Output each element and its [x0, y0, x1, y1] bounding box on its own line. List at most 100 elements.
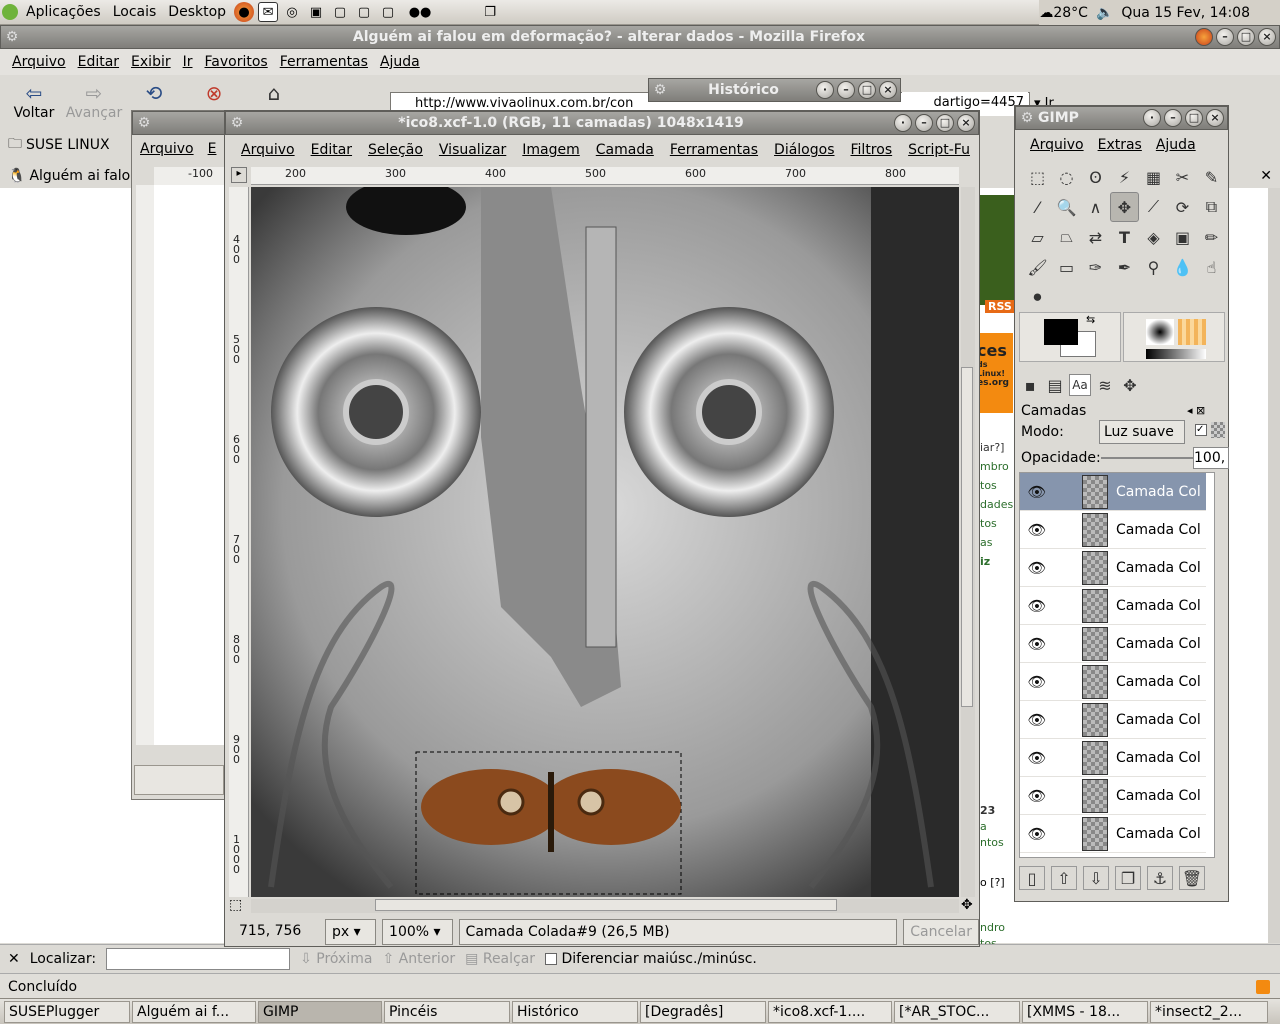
- paintbrush-icon[interactable]: 🖌: [1023, 252, 1052, 282]
- blend-icon[interactable]: ▣: [1168, 222, 1197, 252]
- ink-icon[interactable]: ✒: [1110, 252, 1139, 282]
- cancel-button[interactable]: Cancelar: [903, 919, 979, 945]
- img-menu-scriptfu[interactable]: Script-Fu: [900, 142, 978, 158]
- side-link-7[interactable]: iz: [980, 552, 1013, 571]
- brush-pattern-gradient[interactable]: [1123, 312, 1225, 362]
- airbrush-icon[interactable]: ✑: [1081, 252, 1110, 282]
- img-menu-visualizar[interactable]: Visualizar: [431, 142, 514, 158]
- mail-launcher-icon[interactable]: ✉: [258, 2, 279, 22]
- window-list-icon[interactable]: ▣: [306, 2, 326, 22]
- side-link-3[interactable]: tos: [980, 476, 1013, 495]
- tb-menu-extras[interactable]: Extras: [1091, 137, 1149, 153]
- highlight-button[interactable]: ▤ Realçar: [465, 951, 535, 967]
- tb-menu-ajuda[interactable]: Ajuda: [1149, 137, 1203, 153]
- visibility-eye-icon[interactable]: 👁: [1020, 825, 1054, 843]
- window-menu-icon[interactable]: ⚙: [226, 115, 248, 131]
- tab-current[interactable]: Alguém ai falou: [29, 168, 139, 184]
- panel-clock[interactable]: Qua 15 Fev, 14:08: [1121, 5, 1250, 21]
- history-close-button[interactable]: ×: [879, 81, 897, 99]
- layer-row[interactable]: 👁 Camada Col: [1020, 511, 1206, 549]
- keep-transparency-checkbox[interactable]: ✓: [1195, 424, 1207, 436]
- layer-row[interactable]: 👁 Camada Col: [1020, 587, 1206, 625]
- visibility-eye-icon[interactable]: 👁: [1020, 711, 1054, 729]
- duplicate-layer-icon[interactable]: ❐: [1115, 866, 1141, 890]
- desktop-switcher-icon[interactable]: ❐: [480, 2, 500, 22]
- layer-row[interactable]: 👁 Camada Col: [1020, 625, 1206, 663]
- color-picker-icon[interactable]: ⁄: [1023, 192, 1052, 222]
- visibility-eye-icon[interactable]: 👁: [1020, 521, 1054, 539]
- side-link-9[interactable]: a: [980, 819, 1004, 835]
- firefox-close-button[interactable]: ×: [1258, 28, 1276, 46]
- shear-icon[interactable]: ▱: [1023, 222, 1052, 252]
- visibility-eye-icon[interactable]: 👁: [1020, 749, 1054, 767]
- side-link-6[interactable]: as: [980, 533, 1013, 552]
- lasso-icon[interactable]: ʘ: [1081, 162, 1110, 192]
- suse-logo-icon[interactable]: [2, 4, 18, 20]
- toolbox-minimize-button[interactable]: –: [1164, 109, 1182, 127]
- page-scrollbar[interactable]: [1268, 188, 1280, 943]
- back-button[interactable]: ⇦ Voltar: [4, 81, 64, 121]
- firefox-maximize-button[interactable]: □: [1237, 28, 1255, 46]
- foreground-color[interactable]: [1044, 319, 1078, 345]
- side-link-5[interactable]: tos: [980, 514, 1013, 533]
- brushes-menu-editar[interactable]: E: [208, 141, 217, 157]
- ff-menu-ir[interactable]: Ir: [177, 54, 199, 70]
- network-launcher-icon[interactable]: ◎: [282, 2, 302, 22]
- img-menu-dialogos[interactable]: Diálogos: [766, 142, 842, 158]
- color-select-icon[interactable]: ▦: [1139, 162, 1168, 192]
- toolbox-close-button[interactable]: ×: [1206, 109, 1224, 127]
- image-close-button[interactable]: ×: [957, 114, 975, 132]
- forward-button[interactable]: ⇨ Avançar: [64, 81, 124, 121]
- home-button[interactable]: ⌂: [244, 81, 304, 105]
- measure-icon[interactable]: ∧: [1081, 192, 1110, 222]
- firefox-minimize-button[interactable]: –: [1216, 28, 1234, 46]
- brushes-titlebar[interactable]: ⚙: [132, 111, 226, 135]
- layer-row[interactable]: 👁 Camada Col: [1020, 549, 1206, 587]
- tab-close-icon[interactable]: ✕: [1260, 168, 1272, 184]
- find-input[interactable]: [106, 947, 291, 970]
- toolbox-titlebar[interactable]: ⚙ GIMP · – □ ×: [1015, 106, 1228, 130]
- side-link-10[interactable]: ntos: [980, 835, 1004, 851]
- visibility-eye-icon[interactable]: 👁: [1020, 597, 1054, 615]
- tb-menu-arquivo[interactable]: Arquivo: [1023, 137, 1091, 153]
- visibility-eye-icon[interactable]: 👁: [1020, 483, 1054, 501]
- flip-icon[interactable]: ⇄: [1081, 222, 1110, 252]
- visibility-eye-icon[interactable]: 👁: [1020, 635, 1054, 653]
- workspace-1-icon[interactable]: ▢: [330, 2, 350, 22]
- dodge-burn-icon[interactable]: ⚫: [1023, 282, 1052, 312]
- panel-menu-desktop[interactable]: Desktop: [162, 0, 232, 25]
- fonts-tab-icon[interactable]: Aa: [1069, 374, 1091, 396]
- opacity-field[interactable]: 100,: [1193, 447, 1229, 469]
- workspace-2-icon[interactable]: ▢: [354, 2, 374, 22]
- find-close-icon[interactable]: ✕: [8, 951, 20, 967]
- delete-layer-icon[interactable]: 🗑: [1179, 866, 1205, 890]
- img-menu-editar[interactable]: Editar: [303, 142, 360, 158]
- opacity-slider[interactable]: [1101, 457, 1193, 459]
- panel-menu-aplicacoes[interactable]: Aplicações: [20, 0, 107, 25]
- side-link-4[interactable]: dades: [980, 495, 1013, 514]
- layer-row[interactable]: 👁 Camada Col: [1020, 663, 1206, 701]
- zoom-select[interactable]: 100% ▾: [382, 919, 453, 945]
- image-canvas[interactable]: [251, 187, 959, 897]
- image-menu-arrow-icon[interactable]: ▸: [231, 167, 247, 183]
- image-h-scrollbar[interactable]: [251, 899, 959, 913]
- workspace-3-icon[interactable]: ▢: [378, 2, 398, 22]
- visibility-eye-icon[interactable]: 👁: [1020, 559, 1054, 577]
- window-menu-icon[interactable]: ⚙: [649, 82, 671, 98]
- text-tool-icon[interactable]: T: [1110, 222, 1139, 252]
- dock-menu-icon[interactable]: ◂ ⊠: [1187, 404, 1205, 417]
- clone-icon[interactable]: ⚲: [1139, 252, 1168, 282]
- toolbox-shade-button[interactable]: ·: [1143, 109, 1161, 127]
- paths-icon[interactable]: ✎: [1197, 162, 1226, 192]
- layer-mode-select[interactable]: Luz suave: [1099, 420, 1185, 444]
- rss-badge[interactable]: RSS: [985, 300, 1015, 313]
- weather-applet[interactable]: ☁28°C: [1039, 5, 1088, 21]
- history-minimize-button[interactable]: –: [837, 81, 855, 99]
- stop-button[interactable]: ⊗: [184, 81, 244, 105]
- task-ico8[interactable]: *ico8.xcf-1....: [768, 1000, 892, 1023]
- raise-layer-icon[interactable]: ⇧: [1051, 866, 1077, 890]
- img-menu-camada[interactable]: Camada: [588, 142, 662, 158]
- navigate-icon[interactable]: ✥: [961, 897, 973, 913]
- img-menu-arquivo[interactable]: Arquivo: [233, 142, 303, 158]
- find-next-button[interactable]: ⇩ Próxima: [300, 951, 372, 967]
